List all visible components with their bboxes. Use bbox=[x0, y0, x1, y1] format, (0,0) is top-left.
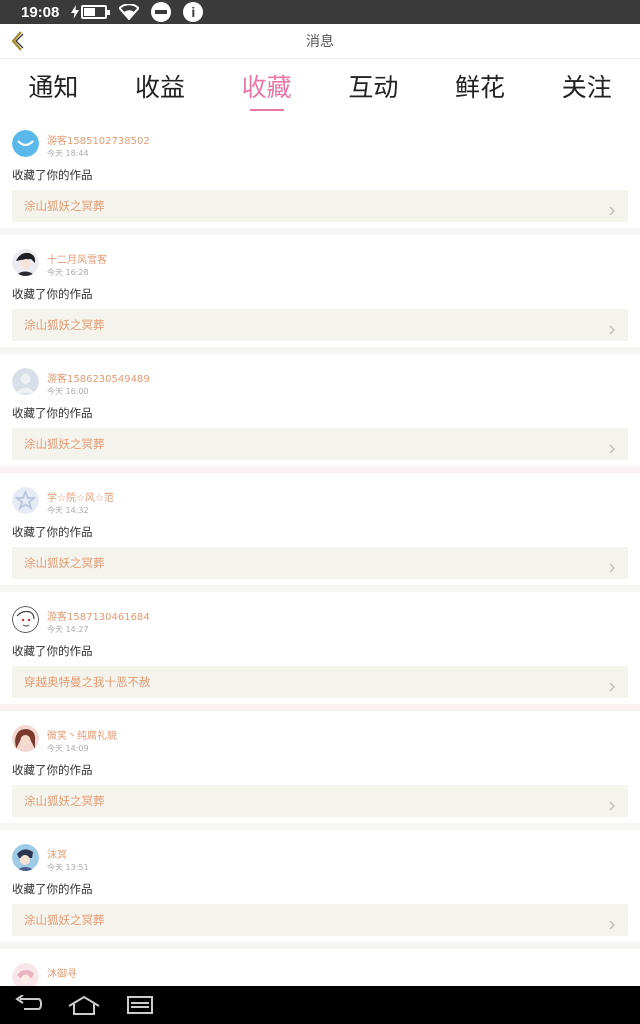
work-title: 涂山狐妖之冥葬 bbox=[24, 318, 105, 332]
nav-back-button[interactable] bbox=[10, 992, 46, 1018]
nav-home-button[interactable] bbox=[66, 992, 102, 1018]
user-name[interactable]: 微笑丶纯腐礼貌 bbox=[47, 727, 117, 742]
pink-avatar[interactable] bbox=[12, 963, 39, 986]
work-link-card[interactable]: 涂山狐妖之冥葬 bbox=[12, 428, 628, 460]
tab-bar: 通知 收益 收藏 互动 鲜花 关注 bbox=[0, 60, 640, 116]
work-link-card[interactable]: 涂山狐妖之冥葬 bbox=[12, 190, 628, 222]
message-time: 今天 14:09 bbox=[47, 744, 89, 753]
tab-label: 收益 bbox=[135, 73, 186, 102]
work-title: 涂山狐妖之冥葬 bbox=[24, 794, 105, 808]
user-name[interactable]: 游客1586230549489 bbox=[47, 370, 150, 385]
status-time: 19:08 bbox=[21, 3, 60, 21]
work-link-card[interactable]: 涂山狐妖之冥葬 bbox=[12, 785, 628, 817]
sketch-avatar[interactable] bbox=[12, 606, 39, 633]
star-avatar[interactable] bbox=[12, 487, 39, 514]
title-bar: 消息 bbox=[0, 24, 640, 59]
tab-4[interactable]: 鲜花 bbox=[427, 60, 534, 116]
action-text: 收藏了你的作品 bbox=[12, 644, 93, 658]
chevron-right-icon bbox=[608, 796, 616, 811]
user-name[interactable]: 游客1587130461684 bbox=[47, 608, 150, 623]
work-title: 穿越奥特曼之我十恶不赦 bbox=[24, 675, 151, 689]
message-list: 游客1585102738502 今天 18:44 收藏了你的作品 涂山狐妖之冥葬 十二月… bbox=[0, 116, 640, 986]
message-item: 游客1586230549489 今天 16:00 收藏了你的作品涂山狐妖之冥葬 bbox=[0, 354, 640, 473]
user-name[interactable]: 十二月风雪客 bbox=[47, 251, 107, 266]
chevron-right-icon bbox=[608, 558, 616, 573]
message-item: 沫冥今天 13:51 收藏了你的作品涂山狐妖之冥葬 bbox=[0, 830, 640, 949]
tab-3[interactable]: 互动 bbox=[320, 60, 427, 116]
message-item: 十二月风雪客今天 16:28 收藏了你的作品涂山狐妖之冥葬 bbox=[0, 235, 640, 354]
message-time: 今天 18:44 bbox=[47, 149, 89, 158]
tab-label: 互动 bbox=[348, 73, 399, 102]
nav-recent-button[interactable] bbox=[122, 992, 158, 1018]
work-title: 涂山狐妖之冥葬 bbox=[24, 556, 105, 570]
user-name[interactable]: 游客1585102738502 bbox=[47, 132, 150, 147]
chevron-right-icon bbox=[608, 201, 616, 216]
tab-5[interactable]: 关注 bbox=[533, 60, 640, 116]
action-text: 收藏了你的作品 bbox=[12, 287, 93, 301]
anime-avatar[interactable] bbox=[12, 844, 39, 871]
work-link-card[interactable]: 涂山狐妖之冥葬 bbox=[12, 904, 628, 936]
tab-0[interactable]: 通知 bbox=[0, 60, 107, 116]
status-bar: 19:08 i bbox=[0, 0, 640, 24]
message-item: 微笑丶纯腐礼貌今天 14:09 收藏了你的作品涂山狐妖之冥葬 bbox=[0, 711, 640, 830]
back-button[interactable] bbox=[6, 29, 28, 53]
user-name[interactable]: 学☆院☆风☆范 bbox=[47, 489, 114, 504]
work-link-card[interactable]: 穿越奥特曼之我十恶不赦 bbox=[12, 666, 628, 698]
work-title: 涂山狐妖之冥葬 bbox=[24, 199, 105, 213]
tab-label: 收藏 bbox=[241, 73, 292, 102]
work-link-card[interactable]: 涂山狐妖之冥葬 bbox=[12, 547, 628, 579]
work-title: 涂山狐妖之冥葬 bbox=[24, 437, 105, 451]
info-icon: i bbox=[183, 2, 204, 22]
action-text: 收藏了你的作品 bbox=[12, 406, 93, 420]
message-item: 沐御寻 bbox=[0, 949, 640, 986]
active-tab-indicator bbox=[249, 109, 284, 111]
recent-apps-icon bbox=[127, 996, 153, 1014]
girl-avatar[interactable] bbox=[12, 725, 39, 752]
chevron-right-icon bbox=[608, 320, 616, 335]
back-arrow-icon bbox=[15, 995, 42, 1010]
chevron-left-icon bbox=[11, 31, 24, 51]
tab-label: 通知 bbox=[28, 73, 79, 102]
message-time: 今天 16:00 bbox=[47, 387, 89, 396]
work-title: 涂山狐妖之冥葬 bbox=[24, 913, 105, 927]
message-item: 游客1587130461684 今天 14:27 收藏了你的作品穿越奥特曼之我十恶不… bbox=[0, 592, 640, 711]
wifi-icon bbox=[119, 4, 140, 20]
do-not-disturb-icon bbox=[151, 2, 172, 22]
message-time: 今天 13:51 bbox=[47, 863, 89, 872]
battery-icon bbox=[81, 5, 111, 19]
message-time: 今天 16:28 bbox=[47, 268, 89, 277]
message-time: 今天 14:27 bbox=[47, 625, 89, 634]
tab-1[interactable]: 收益 bbox=[107, 60, 214, 116]
work-link-card[interactable]: 涂山狐妖之冥葬 bbox=[12, 309, 628, 341]
message-item: 学☆院☆风☆范今天 14:32 收藏了你的作品涂山狐妖之冥葬 bbox=[0, 473, 640, 592]
default-avatar[interactable] bbox=[12, 368, 39, 395]
user-name[interactable]: 沐御寻 bbox=[47, 965, 77, 980]
home-icon bbox=[68, 995, 100, 1015]
tab-2[interactable]: 收藏 bbox=[213, 60, 320, 116]
chevron-right-icon bbox=[608, 439, 616, 454]
tab-label: 关注 bbox=[561, 73, 612, 102]
message-item: 游客1585102738502 今天 18:44 收藏了你的作品涂山狐妖之冥葬 bbox=[0, 116, 640, 235]
page-title: 消息 bbox=[306, 34, 334, 50]
charging-bolt-icon bbox=[71, 5, 111, 19]
tab-label: 鲜花 bbox=[455, 73, 506, 102]
chevron-right-icon bbox=[608, 677, 616, 692]
message-time: 今天 14:32 bbox=[47, 506, 89, 515]
chevron-right-icon bbox=[608, 915, 616, 930]
action-text: 收藏了你的作品 bbox=[12, 763, 93, 777]
action-text: 收藏了你的作品 bbox=[12, 882, 93, 896]
action-text: 收藏了你的作品 bbox=[12, 168, 93, 182]
character-avatar[interactable] bbox=[12, 249, 39, 276]
action-text: 收藏了你的作品 bbox=[12, 525, 93, 539]
smile-avatar[interactable] bbox=[12, 130, 39, 157]
user-name[interactable]: 沫冥 bbox=[47, 846, 67, 861]
navigation-bar bbox=[0, 986, 640, 1024]
